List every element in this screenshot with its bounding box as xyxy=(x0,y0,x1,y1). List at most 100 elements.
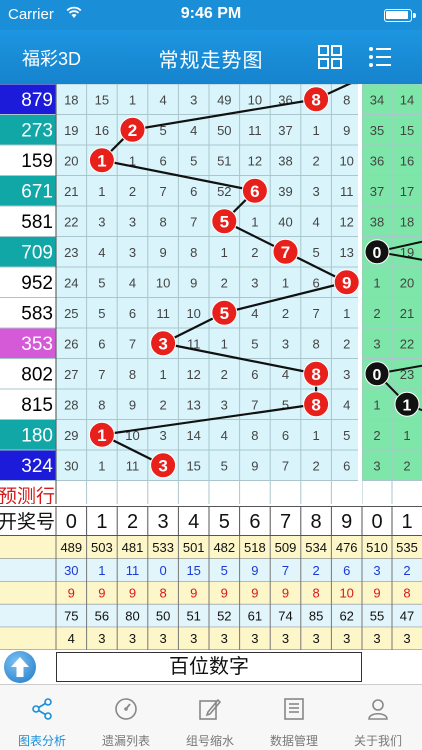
svg-text:8: 8 xyxy=(311,395,320,414)
miss-count: 6 xyxy=(190,184,197,199)
draw-number: 671 xyxy=(21,182,53,203)
stats-value: 9 xyxy=(98,586,105,601)
miss-count: 4 xyxy=(98,245,105,260)
miss-count: 29 xyxy=(64,428,78,443)
trend-chart[interactable]: 879 273 159 671 581 709 952 583 353 802 815 180 324 预… xyxy=(0,84,422,504)
miss-count: 2 xyxy=(282,306,289,321)
tab-missing-list[interactable]: 遗漏列表 xyxy=(84,685,168,750)
stats-right-value: 510 xyxy=(366,540,388,555)
header-digit: 8 xyxy=(311,511,322,533)
drawn-digit-ball: 5 xyxy=(211,299,238,326)
right-miss-count: 1 xyxy=(403,428,410,443)
drawn-digit-ball: 2 xyxy=(119,116,146,143)
miss-count: 12 xyxy=(339,214,353,229)
tab-about-us[interactable]: 关于我们 xyxy=(336,685,420,750)
miss-count: 6 xyxy=(251,367,258,382)
miss-count: 24 xyxy=(64,275,78,290)
miss-count: 20 xyxy=(64,153,78,168)
list-icon[interactable] xyxy=(368,45,392,69)
stats-row-background xyxy=(0,627,422,650)
miss-count: 9 xyxy=(343,123,350,138)
miss-count: 4 xyxy=(129,275,136,290)
stats-value: 509 xyxy=(275,540,297,555)
drawn-digit-ball: 6 xyxy=(241,177,268,204)
miss-count: 11 xyxy=(156,306,170,321)
header-right-digit: 1 xyxy=(401,511,412,533)
miss-count: 25 xyxy=(64,306,78,321)
miss-count: 5 xyxy=(98,306,105,321)
miss-count: 8 xyxy=(98,397,105,412)
stats-value: 9 xyxy=(129,586,136,601)
miss-count: 3 xyxy=(282,336,289,351)
tab-label: 组号缩水 xyxy=(185,734,234,748)
miss-count: 5 xyxy=(190,153,197,168)
miss-count: 27 xyxy=(64,367,78,382)
stats-value: 74 xyxy=(278,608,292,623)
stats-value: 3 xyxy=(251,631,258,646)
drawn-digit-ball: 8 xyxy=(303,86,330,113)
stats-value: 533 xyxy=(152,540,174,555)
right-miss-count: 37 xyxy=(370,184,384,199)
right-miss-count: 17 xyxy=(400,184,414,199)
stats-grid: 489 503 481 533 501 482 518 509 534 476 510 53530 1 1… xyxy=(0,536,422,651)
battery-icon xyxy=(384,9,416,22)
drawn-digit-ball: 1 xyxy=(88,147,115,174)
miss-count: 10 xyxy=(156,275,170,290)
tab-group-filter[interactable]: 组号缩水 xyxy=(168,685,252,750)
stats-value: 9 xyxy=(251,586,258,601)
stats-value: 9 xyxy=(68,586,75,601)
stats-right-value: 2 xyxy=(403,563,410,578)
miss-count: 23 xyxy=(64,245,78,260)
miss-count: 3 xyxy=(251,275,258,290)
stats-value: 0 xyxy=(159,563,166,578)
miss-count: 7 xyxy=(251,397,258,412)
stats-right-value: 9 xyxy=(373,586,380,601)
miss-count: 2 xyxy=(312,458,319,473)
svg-text:9: 9 xyxy=(342,273,351,292)
svg-text:3: 3 xyxy=(158,334,167,353)
digit-header: 开奖号 0 1 2 3 4 5 6 7 8 9 0 1 xyxy=(0,506,422,536)
right-miss-count: 18 xyxy=(400,214,414,229)
draw-number: 353 xyxy=(21,334,53,355)
miss-count: 1 xyxy=(98,458,105,473)
miss-count: 8 xyxy=(129,367,136,382)
miss-count: 30 xyxy=(64,458,78,473)
drawn-digit-ball: 9 xyxy=(333,269,360,296)
miss-count: 5 xyxy=(312,245,319,260)
tab-chart-analysis[interactable]: 图表分析 xyxy=(0,685,84,750)
draw-number: 879 xyxy=(21,90,53,111)
miss-count: 3 xyxy=(221,397,228,412)
miss-count: 1 xyxy=(251,214,258,229)
right-miss-count: 16 xyxy=(400,153,414,168)
miss-count: 1 xyxy=(343,306,350,321)
svg-text:3: 3 xyxy=(158,456,167,475)
scroll-top-button[interactable] xyxy=(4,651,36,683)
nav-bar: 福彩3D 常规走势图 xyxy=(0,30,422,84)
svg-text:1: 1 xyxy=(97,426,106,445)
stats-value: 80 xyxy=(125,608,139,623)
stats-right-value: 3 xyxy=(373,631,380,646)
stats-value: 503 xyxy=(91,540,113,555)
miss-count: 19 xyxy=(64,123,78,138)
miss-count: 7 xyxy=(190,214,197,229)
stats-value: 56 xyxy=(95,608,109,623)
header-right-digit: 0 xyxy=(371,511,382,533)
miss-count: 1 xyxy=(221,245,228,260)
right-miss-count: 15 xyxy=(400,123,414,138)
miss-count: 2 xyxy=(221,275,228,290)
stats-value: 10 xyxy=(339,586,353,601)
stats-value: 9 xyxy=(190,586,197,601)
right-miss-count: 14 xyxy=(400,92,414,107)
grid-icon[interactable] xyxy=(318,45,342,69)
svg-text:6: 6 xyxy=(250,182,259,201)
miss-count: 1 xyxy=(129,92,136,107)
drawn-digit-ball: 7 xyxy=(272,238,299,265)
position-label: 百位数字 xyxy=(56,652,362,682)
header-digit: 6 xyxy=(249,511,260,533)
stats-value: 3 xyxy=(343,631,350,646)
tab-data-management[interactable]: 数据管理 xyxy=(252,685,336,750)
stats-value: 75 xyxy=(64,608,78,623)
miss-count: 37 xyxy=(278,123,292,138)
right-miss-count: 2 xyxy=(403,458,410,473)
header-digit: 1 xyxy=(96,511,107,533)
